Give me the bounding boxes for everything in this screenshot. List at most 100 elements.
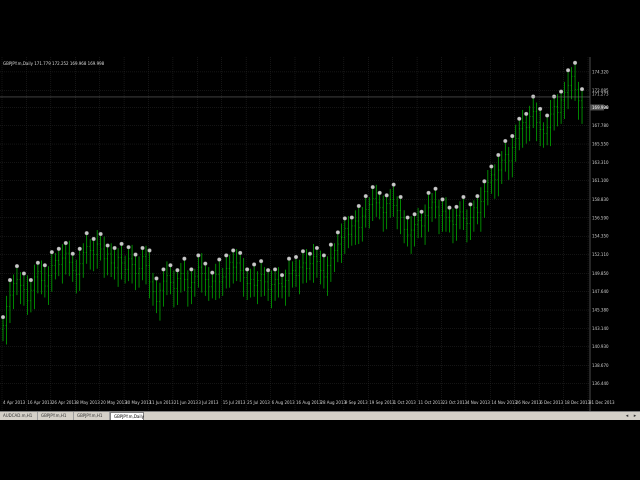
signal-marker xyxy=(426,190,431,195)
signal-marker xyxy=(147,248,152,253)
arrow-right-icon[interactable]: ▸ xyxy=(632,413,638,419)
signal-marker xyxy=(210,270,215,275)
price-tick-label: 161.100 xyxy=(592,178,609,183)
signal-marker xyxy=(259,259,264,264)
time-tick-label: 16 Aug 2013 xyxy=(296,400,322,405)
signal-marker xyxy=(363,194,368,199)
price-tick-label: 174.320 xyxy=(592,69,609,74)
signal-marker xyxy=(112,245,117,251)
signal-marker xyxy=(496,152,501,158)
price-tick-label: 167.780 xyxy=(592,123,609,128)
time-tick-label: 6 Dec 2013 xyxy=(540,400,563,405)
signal-marker xyxy=(335,230,340,235)
time-tick-label: 19 Sep 2013 xyxy=(369,400,395,405)
signal-marker xyxy=(182,256,187,261)
current-price-label: 169.998 xyxy=(592,105,609,110)
signal-marker xyxy=(231,248,236,253)
signal-marker xyxy=(314,245,319,251)
signal-marker xyxy=(42,263,47,268)
time-tick-label: 16 Apr 2013 xyxy=(27,400,52,405)
tab-navigation: ◂ ▸ xyxy=(624,412,638,420)
chart-title: GBPJPY.m,Daily 171.779 172.252 169.968 1… xyxy=(3,61,105,66)
time-tick-label: 4 Apr 2013 xyxy=(3,400,26,405)
signal-marker xyxy=(252,262,257,267)
time-tick-label: 4 Nov 2013 xyxy=(467,400,491,405)
time-tick-label: 26 Nov 2013 xyxy=(516,400,542,405)
time-tick-label: 11 Jun 2013 xyxy=(150,400,175,405)
time-tick-label: 1 Oct 2013 xyxy=(394,400,417,405)
time-tick-label: 21 Jun 2013 xyxy=(174,400,199,405)
time-tick-label: 31 Dec 2013 xyxy=(589,400,615,405)
tab-gbpjpy-daily[interactable]: GBPJPY.m,Daily xyxy=(110,412,144,420)
signal-marker xyxy=(168,263,173,268)
signal-marker xyxy=(321,253,326,258)
time-tick-label: 20 May 2013 xyxy=(101,400,128,405)
signal-marker xyxy=(154,276,159,281)
signal-marker xyxy=(510,134,515,139)
price-bars xyxy=(2,63,584,345)
signal-marker xyxy=(405,215,410,220)
signal-marker xyxy=(370,185,375,190)
signal-marker xyxy=(300,249,306,254)
price-tick-label: 140.930 xyxy=(592,344,609,349)
time-tick-label: 9 Sep 2013 xyxy=(345,400,368,405)
signal-marker xyxy=(126,245,131,250)
time-tick-label: 28 Aug 2013 xyxy=(320,400,346,405)
price-tick-label: 147.640 xyxy=(592,289,609,294)
signal-marker xyxy=(419,209,424,214)
signal-marker xyxy=(468,202,473,207)
time-tick-label: 25 Jul 2013 xyxy=(247,400,270,405)
signal-marker xyxy=(461,194,466,200)
price-tick-label: 154.350 xyxy=(592,234,609,239)
signal-marker xyxy=(98,231,103,237)
price-chart[interactable]: 174.320172.085170.020167.780165.550163.3… xyxy=(0,57,640,419)
signal-marker xyxy=(286,256,292,261)
signal-marker xyxy=(552,94,557,99)
time-tick-label: 8 May 2013 xyxy=(76,400,100,405)
signal-marker xyxy=(133,252,138,257)
signal-marker xyxy=(433,186,438,191)
price-tick-label: 158.830 xyxy=(592,197,609,202)
signal-marker xyxy=(224,253,229,258)
previous-price-label: 171.273 xyxy=(592,91,609,96)
signal-marker xyxy=(503,138,508,144)
signal-marker xyxy=(105,243,110,248)
signal-marker xyxy=(7,278,13,283)
signal-marker xyxy=(342,216,347,221)
time-tick-label: 15 Jul 2013 xyxy=(223,400,246,405)
signal-marker xyxy=(140,245,145,251)
signal-marker xyxy=(245,267,250,272)
signal-marker xyxy=(91,236,96,241)
time-tick-label: 30 May 2013 xyxy=(125,400,152,405)
signal-marker xyxy=(531,94,536,99)
signal-marker xyxy=(579,87,585,92)
signal-marker xyxy=(77,246,82,251)
price-tick-label: 156.590 xyxy=(592,215,609,220)
signal-marker xyxy=(559,89,564,94)
signal-marker xyxy=(524,111,529,116)
signal-marker xyxy=(545,113,550,118)
arrow-left-icon[interactable]: ◂ xyxy=(624,413,630,419)
signal-marker xyxy=(475,194,480,199)
chart-window[interactable]: 174.320172.085170.020167.780165.550163.3… xyxy=(0,57,640,419)
signal-marker xyxy=(217,257,222,262)
tab-gbpjpy-h1-2[interactable]: GBPJPY.m,H1 xyxy=(74,412,110,420)
signal-marker xyxy=(517,116,522,121)
price-tick-label: 152.110 xyxy=(592,252,609,257)
signal-marker xyxy=(328,242,333,247)
signal-marker xyxy=(119,241,124,246)
tab-gbpjpy-h1[interactable]: GBPJPY.m,H1 xyxy=(38,412,74,420)
signal-marker xyxy=(189,267,194,272)
signal-marker xyxy=(489,164,494,169)
price-tick-label: 145.380 xyxy=(592,308,609,313)
signal-marker xyxy=(391,182,396,187)
signal-marker xyxy=(14,264,20,269)
time-tick-label: 11 Oct 2013 xyxy=(418,400,443,405)
signal-marker xyxy=(161,267,166,272)
price-tick-label: 136.440 xyxy=(592,381,609,386)
signal-marker xyxy=(307,251,313,256)
price-tick-label: 138.670 xyxy=(592,363,609,368)
tab-audcad-h1[interactable]: AUDCAD.m,H1 xyxy=(0,412,38,420)
price-tick-label: 163.310 xyxy=(592,160,609,165)
price-tick-label: 143.140 xyxy=(592,326,609,331)
